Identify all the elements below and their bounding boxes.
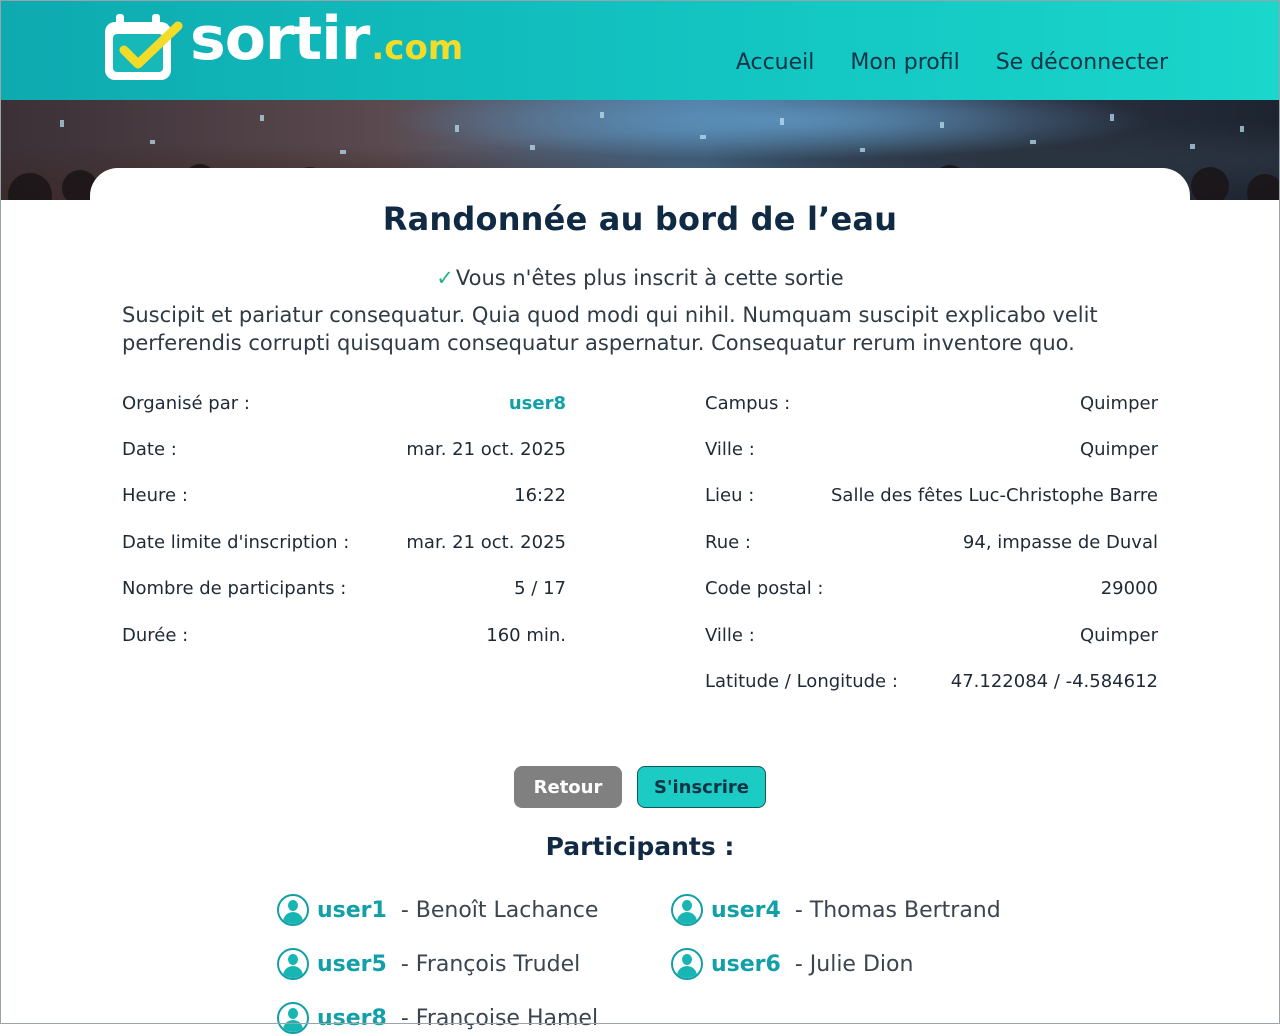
user-avatar-icon [277, 948, 309, 980]
user-avatar-icon [277, 894, 309, 926]
detail-label: Organisé par : [122, 392, 250, 414]
detail-label: Rue : [705, 531, 751, 553]
logo-wordmark: sortir.com [190, 4, 463, 74]
main-nav: Accueil Mon profil Se déconnecter [736, 50, 1168, 75]
detail-coordinates: Latitude / Longitude : 47.122084 / -4.58… [705, 658, 1158, 704]
status-message: ✓Vous n'êtes plus inscrit à cette sortie [0, 266, 1280, 290]
detail-value: Quimper [1079, 624, 1158, 646]
participant-username-link[interactable]: user8 [317, 1006, 387, 1031]
participant-fullname: - François Trudel [400, 951, 581, 977]
event-title: Randonnée au bord de l’eau [382, 200, 898, 238]
detail-duration: Durée : 160 min. [122, 612, 566, 658]
participant-username-link[interactable]: user4 [711, 898, 781, 923]
user-avatar-icon [671, 948, 703, 980]
detail-value: Quimper [1079, 392, 1158, 414]
organizer-link[interactable]: user8 [509, 393, 566, 414]
detail-value: 47.122084 / -4.584612 [950, 671, 1158, 693]
detail-date: Date : mar. 21 oct. 2025 [122, 426, 566, 472]
detail-place: Lieu : Salle des fêtes Luc-Christophe Ba… [705, 473, 1158, 519]
status-text: Vous n'êtes plus inscrit à cette sortie [455, 266, 844, 290]
participant-item: user4 - Thomas Bertrand [671, 892, 1001, 928]
action-buttons: Retour S'inscrire [514, 766, 766, 808]
participant-fullname: - Françoise Hamel [400, 1005, 599, 1031]
detail-value: mar. 21 oct. 2025 [406, 439, 566, 461]
detail-value: 16:22 [514, 485, 566, 507]
participant-item: user1 - Benoît Lachance [277, 892, 598, 928]
detail-label: Ville : [705, 439, 755, 461]
logo-main-text: sortir [190, 4, 370, 74]
detail-label: Lieu : [705, 485, 755, 507]
detail-value: Quimper [1079, 439, 1158, 461]
detail-label: Durée : [122, 624, 189, 646]
detail-city: Ville : Quimper [705, 426, 1158, 472]
detail-registration-deadline: Date limite d'inscription : mar. 21 oct.… [122, 519, 566, 565]
detail-value: 94, impasse de Duval [962, 531, 1158, 553]
user-avatar-icon [671, 894, 703, 926]
participants-heading: Participants : [545, 832, 735, 861]
nav-logout-link[interactable]: Se déconnecter [996, 50, 1168, 75]
participant-fullname: - Julie Dion [794, 951, 914, 977]
event-details-left: Organisé par : user8 Date : mar. 21 oct.… [122, 380, 566, 658]
event-details-right: Campus : Quimper Ville : Quimper Lieu : … [705, 380, 1158, 705]
detail-value: 29000 [1100, 578, 1158, 600]
detail-label: Campus : [705, 392, 791, 414]
participant-item: user8 - Françoise Hamel [277, 1000, 598, 1036]
subscribe-button[interactable]: S'inscrire [637, 766, 766, 808]
event-description: Suscipit et pariatur consequatur. Quia q… [122, 303, 1098, 355]
detail-label: Nombre de participants : [122, 578, 347, 600]
detail-value: 5 / 17 [514, 578, 566, 600]
detail-value: Salle des fêtes Luc-Christophe Barre [830, 485, 1158, 507]
participant-username-link[interactable]: user5 [317, 952, 387, 977]
detail-street: Rue : 94, impasse de Duval [705, 519, 1158, 565]
calendar-check-icon [105, 14, 183, 80]
site-header: sortir.com Accueil Mon profil Se déconne… [0, 0, 1280, 100]
site-logo[interactable]: sortir.com [102, 4, 463, 88]
detail-city-2: Ville : Quimper [705, 612, 1158, 658]
detail-label: Date : [122, 439, 177, 461]
detail-label: Latitude / Longitude : [705, 671, 898, 693]
participant-item: user6 - Julie Dion [671, 946, 913, 982]
participant-fullname: - Thomas Bertrand [794, 897, 1001, 923]
participant-username-link[interactable]: user1 [317, 898, 387, 923]
detail-label: Code postal : [705, 578, 824, 600]
participant-item: user5 - François Trudel [277, 946, 580, 982]
logo-suffix-text: .com [371, 28, 464, 68]
detail-value: mar. 21 oct. 2025 [406, 531, 566, 553]
participant-username-link[interactable]: user6 [711, 952, 781, 977]
detail-campus: Campus : Quimper [705, 380, 1158, 426]
user-avatar-icon [277, 1002, 309, 1034]
detail-organizer: Organisé par : user8 [122, 380, 566, 426]
detail-label: Date limite d'inscription : [122, 531, 350, 553]
nav-profile-link[interactable]: Mon profil [850, 50, 959, 75]
detail-value: 160 min. [486, 624, 566, 646]
participant-fullname: - Benoît Lachance [400, 897, 599, 923]
check-icon: ✓ [436, 266, 454, 290]
detail-label: Ville : [705, 624, 755, 646]
back-button[interactable]: Retour [514, 766, 622, 808]
detail-postal-code: Code postal : 29000 [705, 566, 1158, 612]
detail-participant-count: Nombre de participants : 5 / 17 [122, 566, 566, 612]
nav-home-link[interactable]: Accueil [736, 50, 815, 75]
detail-time: Heure : 16:22 [122, 473, 566, 519]
detail-label: Heure : [122, 485, 188, 507]
